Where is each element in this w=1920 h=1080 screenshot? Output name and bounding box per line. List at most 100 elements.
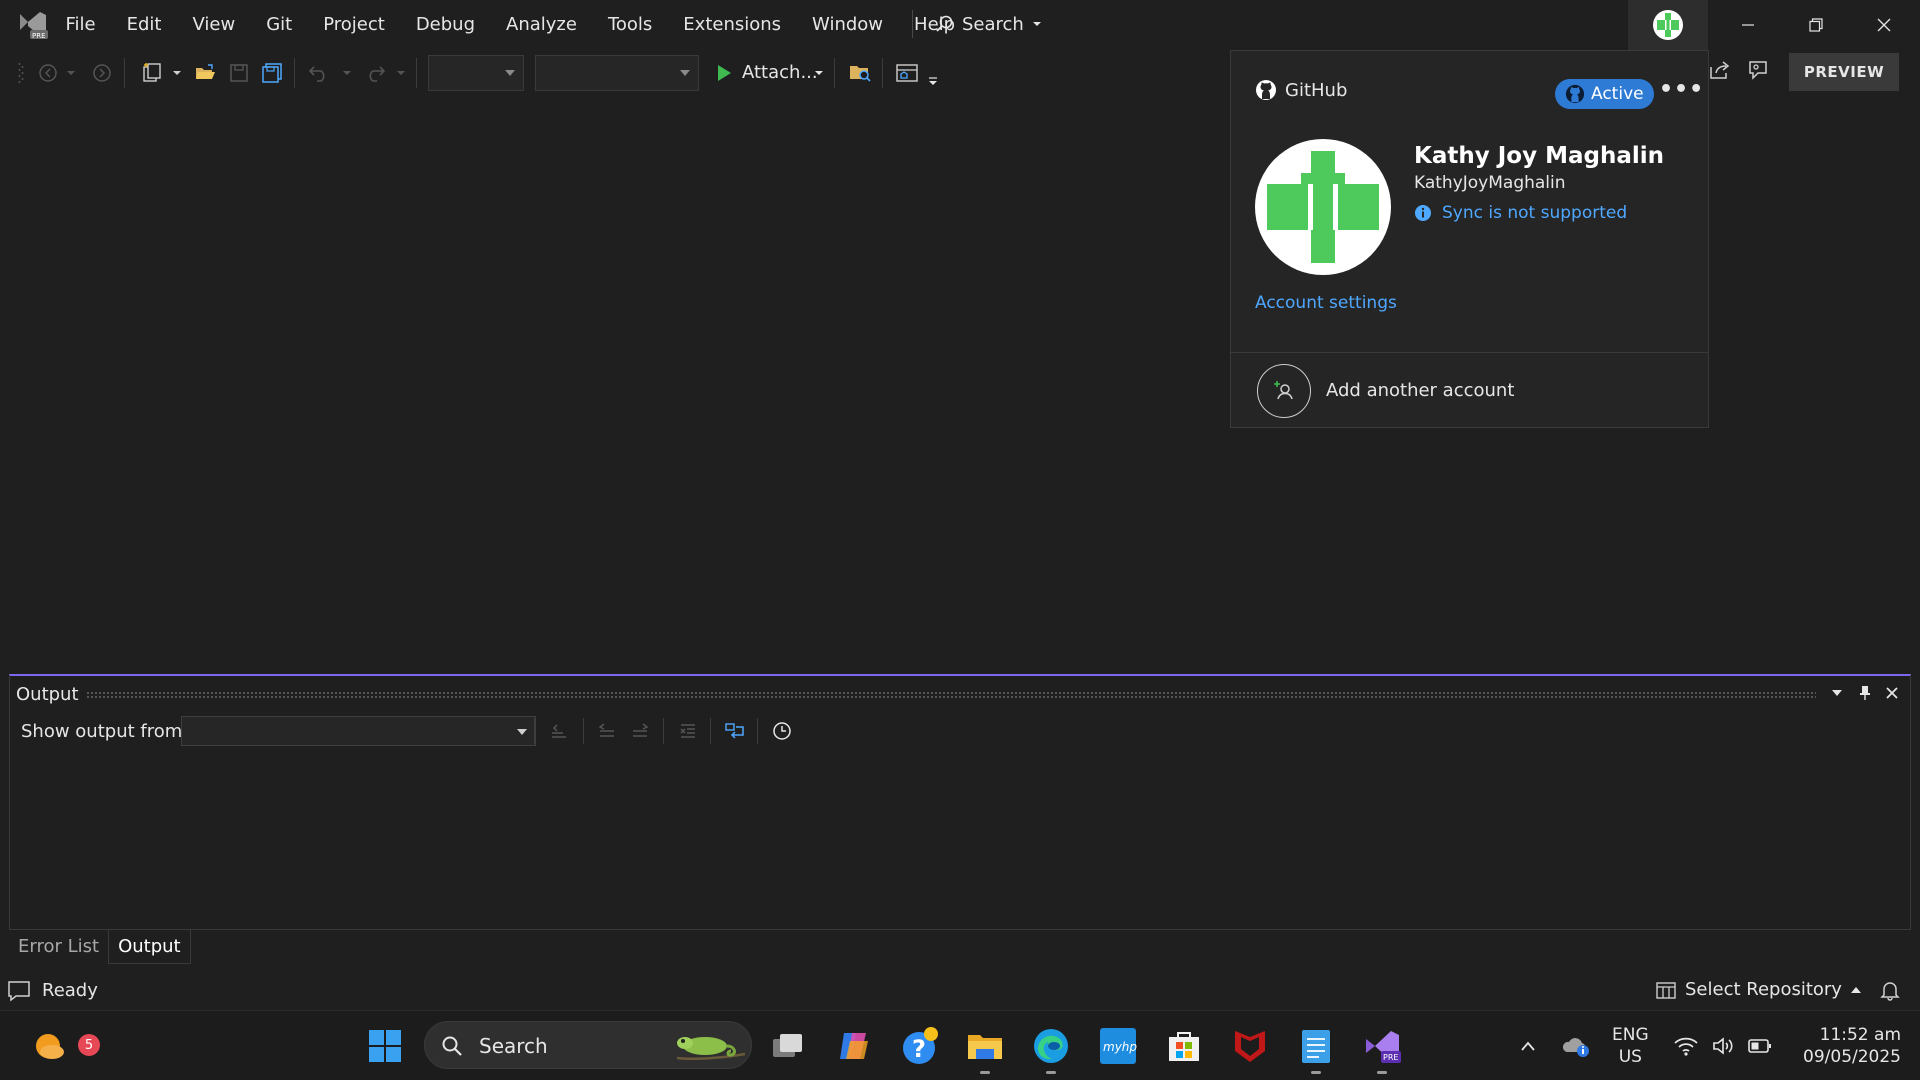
add-another-account-button[interactable]: Add another account xyxy=(1231,352,1708,427)
active-status-label: Active xyxy=(1591,84,1644,104)
account-avatar-button[interactable] xyxy=(1628,0,1708,50)
toolbar-overflow-button[interactable] xyxy=(926,66,940,96)
mcafee-app[interactable] xyxy=(1230,1026,1270,1066)
find-in-files-button[interactable] xyxy=(846,58,874,88)
redo-button[interactable] xyxy=(362,58,388,88)
toggle-word-wrap-button[interactable] xyxy=(721,716,749,746)
minimize-icon xyxy=(1742,24,1754,26)
navigate-back-button[interactable] xyxy=(36,58,60,88)
menu-view[interactable]: View xyxy=(177,0,251,50)
file-explorer-app[interactable] xyxy=(965,1026,1005,1074)
restore-button[interactable] xyxy=(1782,0,1850,50)
chevron-up-icon xyxy=(1850,986,1861,993)
notification-panel-icon[interactable] xyxy=(7,980,31,1007)
menu-divider xyxy=(912,10,913,38)
search-button[interactable]: Search xyxy=(934,8,1042,40)
attach-label[interactable]: Attach... xyxy=(742,62,818,83)
window-layout-button[interactable] xyxy=(892,58,922,88)
menu-analyze[interactable]: Analyze xyxy=(491,0,593,50)
output-panel-title: Output xyxy=(16,684,79,705)
clock-icon xyxy=(773,722,791,740)
chameleon-illustration-icon xyxy=(676,1037,746,1061)
panel-drag-grip[interactable] xyxy=(86,691,1816,699)
forward-arrow-icon xyxy=(93,64,111,82)
open-file-button[interactable] xyxy=(192,58,218,88)
find-previous-message-button[interactable] xyxy=(593,716,621,746)
minimize-button[interactable] xyxy=(1714,0,1782,50)
microsoft-store-app[interactable] xyxy=(1164,1026,1204,1066)
redo-dropdown[interactable] xyxy=(394,58,408,88)
chevron-down-icon xyxy=(67,71,75,75)
save-all-button[interactable] xyxy=(259,58,285,88)
go-to-line-button[interactable] xyxy=(545,716,573,746)
search-icon xyxy=(936,15,953,32)
system-clock[interactable]: 11:52 am 09/05/2025 xyxy=(1796,1024,1901,1068)
edge-browser-app[interactable] xyxy=(1031,1026,1071,1074)
menu-project[interactable]: Project xyxy=(308,0,401,50)
notifications-button[interactable] xyxy=(1879,979,1901,1006)
sync-status-label[interactable]: Sync is not supported xyxy=(1442,203,1627,223)
toolbar-grip[interactable] xyxy=(16,58,26,88)
save-button[interactable] xyxy=(226,58,252,88)
show-hidden-icons-button[interactable] xyxy=(1508,1026,1548,1066)
new-item-button[interactable] xyxy=(138,58,166,88)
close-panel-button[interactable] xyxy=(1881,682,1903,704)
panel-options-button[interactable] xyxy=(1826,682,1848,704)
menu-edit[interactable]: Edit xyxy=(111,0,177,50)
taskbar-search-box[interactable]: Search xyxy=(424,1021,752,1069)
user-handle: KathyJoyMaghalin xyxy=(1414,173,1566,193)
tab-output[interactable]: Output xyxy=(108,930,191,964)
undo-button[interactable] xyxy=(306,58,332,88)
notepad-icon xyxy=(1302,1030,1330,1063)
start-debugging-button[interactable] xyxy=(712,58,736,88)
pin-panel-button[interactable] xyxy=(1854,682,1876,704)
menu-tools[interactable]: Tools xyxy=(592,0,667,50)
account-settings-link[interactable]: Account settings xyxy=(1255,293,1397,313)
live-share-button[interactable] xyxy=(1708,58,1732,87)
show-timestamps-button[interactable] xyxy=(768,716,796,746)
menu-file[interactable]: File xyxy=(50,0,111,50)
navigate-forward-button[interactable] xyxy=(90,58,114,88)
battery-tray-icon[interactable] xyxy=(1742,1026,1778,1066)
solution-configuration-combo[interactable] xyxy=(428,55,524,91)
preview-badge[interactable]: PREVIEW xyxy=(1789,53,1899,91)
get-help-app[interactable]: ? xyxy=(900,1026,940,1066)
feedback-button[interactable] xyxy=(1746,58,1770,87)
myhp-app[interactable]: myhp xyxy=(1098,1026,1138,1066)
select-repository-button[interactable]: Select Repository xyxy=(1655,979,1862,1000)
task-view-button[interactable] xyxy=(768,1026,808,1066)
mcafee-shield-icon xyxy=(1235,1031,1265,1062)
visual-studio-preview-app[interactable]: PRE xyxy=(1362,1026,1402,1074)
notepad-app[interactable] xyxy=(1296,1026,1336,1074)
more-options-button[interactable]: ••• xyxy=(1659,77,1704,102)
menu-git[interactable]: Git xyxy=(251,0,308,50)
output-source-select[interactable] xyxy=(181,716,536,746)
onedrive-tray-icon[interactable] xyxy=(1556,1026,1596,1066)
weather-widget[interactable]: 5 xyxy=(30,1026,100,1066)
back-dropdown[interactable] xyxy=(64,58,78,88)
undo-dropdown[interactable] xyxy=(340,58,354,88)
wifi-tray-icon[interactable] xyxy=(1668,1026,1704,1066)
attach-dropdown[interactable] xyxy=(812,58,826,88)
tab-error-list[interactable]: Error List xyxy=(9,930,108,964)
store-icon xyxy=(1169,1032,1199,1061)
menu-extensions[interactable]: Extensions xyxy=(668,0,797,50)
menu-debug[interactable]: Debug xyxy=(400,0,490,50)
folder-search-icon xyxy=(850,66,871,82)
copilot-app[interactable] xyxy=(834,1026,874,1066)
solution-platform-combo[interactable] xyxy=(535,55,699,91)
open-folder-icon xyxy=(196,64,215,79)
new-item-dropdown[interactable] xyxy=(170,58,184,88)
toolbar-separator xyxy=(834,58,835,88)
clear-all-button[interactable] xyxy=(674,716,702,746)
visual-studio-logo-icon[interactable]: PRE xyxy=(16,8,50,40)
close-window-button[interactable] xyxy=(1850,0,1918,50)
find-next-message-button[interactable] xyxy=(626,716,654,746)
start-button[interactable] xyxy=(365,1026,405,1066)
input-language-indicator[interactable]: ENG US xyxy=(1612,1024,1649,1068)
main-menu: File Edit View Git Project Debug Analyze… xyxy=(50,0,971,50)
menu-window[interactable]: Window xyxy=(797,0,899,50)
volume-tray-icon[interactable] xyxy=(1706,1026,1742,1066)
battery-icon xyxy=(1748,1039,1771,1053)
clear-all-icon xyxy=(680,724,695,738)
